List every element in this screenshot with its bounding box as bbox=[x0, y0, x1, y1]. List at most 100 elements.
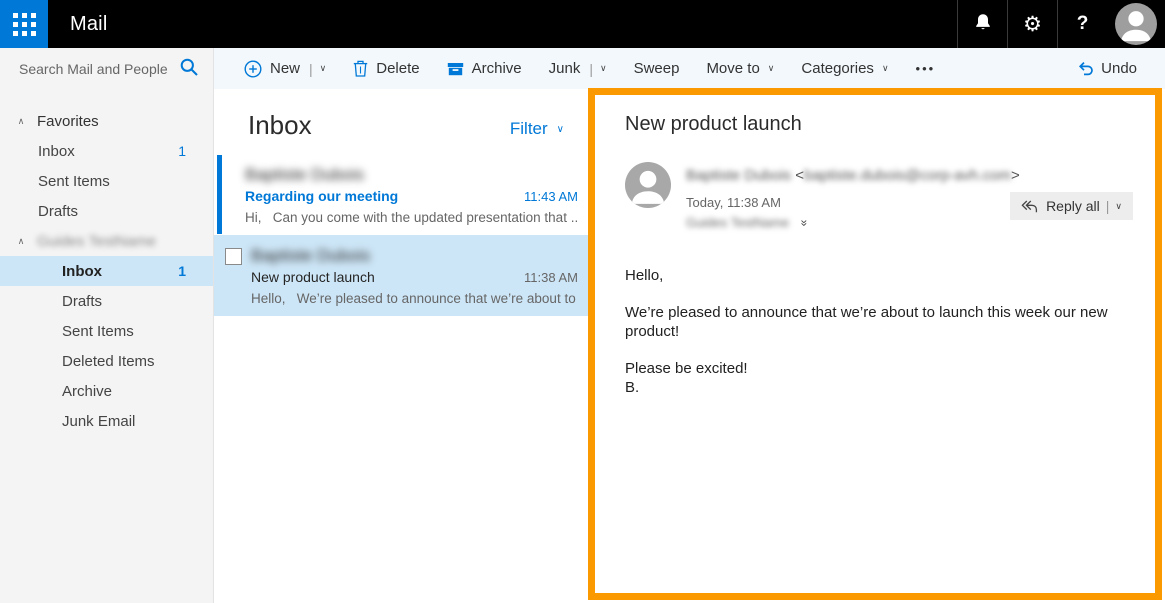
reply-all-button[interactable]: Reply all | ∨ bbox=[1010, 192, 1133, 220]
folder-nav: ∧ Favorites Inbox 1 Sent Items Drafts ∧ … bbox=[0, 90, 213, 436]
categories-button[interactable]: Categories ∨ bbox=[801, 60, 888, 77]
move-to-label: Move to bbox=[706, 60, 759, 77]
folder-label: Drafts bbox=[38, 203, 78, 220]
sender-email: baptiste.dubois@corp-avh.com bbox=[804, 167, 1011, 184]
folder-sidebar: Search Mail and People ∧ Favorites Inbox… bbox=[0, 48, 214, 603]
notifications-button[interactable] bbox=[957, 0, 1007, 48]
junk-label: Junk bbox=[549, 60, 581, 77]
junk-button[interactable]: Junk | ∨ bbox=[549, 60, 607, 77]
unread-indicator-bar bbox=[217, 155, 222, 234]
archive-icon bbox=[447, 62, 464, 76]
message-list-header: Inbox Filter ∨ bbox=[214, 89, 588, 154]
sidebar-item-favorites-inbox[interactable]: Inbox 1 bbox=[0, 136, 213, 166]
expand-details-icon[interactable]: » bbox=[797, 219, 811, 226]
new-label: New bbox=[270, 60, 300, 77]
message-subject-title: New product launch bbox=[625, 113, 1125, 136]
top-app-bar: Mail ⚙ ? bbox=[0, 0, 1165, 48]
message-preview: Hi, Can you come with the updated presen… bbox=[245, 208, 578, 227]
sweep-button[interactable]: Sweep bbox=[634, 60, 680, 77]
undo-label: Undo bbox=[1101, 60, 1137, 77]
search-input[interactable]: Search Mail and People bbox=[0, 48, 213, 90]
delete-label: Delete bbox=[376, 60, 419, 77]
account-avatar-button[interactable] bbox=[1107, 0, 1165, 48]
mail-app-window: Mail ⚙ ? bbox=[0, 0, 1165, 603]
topbar-actions: ⚙ ? bbox=[957, 0, 1165, 48]
help-button[interactable]: ? bbox=[1057, 0, 1107, 48]
undo-icon bbox=[1078, 61, 1094, 76]
search-icon[interactable] bbox=[179, 57, 199, 82]
message-preview: Hello, We’re pleased to announce that we… bbox=[251, 289, 578, 308]
message-header: Baptiste Dubois <baptiste.dubois@corp-av… bbox=[625, 162, 1125, 230]
app-launcher-grid-icon bbox=[13, 13, 36, 36]
folder-label: Junk Email bbox=[62, 413, 135, 430]
message-list-item-unread[interactable]: Baptiste Dubois Regarding our meeting 11… bbox=[214, 154, 588, 235]
message-list-item-selected[interactable]: Baptiste Dubois New product launch 11:38… bbox=[214, 235, 588, 316]
app-title: Mail bbox=[70, 13, 107, 36]
body-paragraph: Please be excited! bbox=[625, 359, 1125, 378]
divider: | bbox=[1106, 198, 1110, 214]
message-date: Today, 11:38 AM bbox=[686, 195, 1020, 210]
reading-pane-highlighted: New product launch Baptiste Dubois <bapt… bbox=[588, 88, 1162, 600]
sidebar-item-deleted-items[interactable]: Deleted Items bbox=[0, 346, 213, 376]
help-icon: ? bbox=[1077, 13, 1089, 35]
gear-icon: ⚙ bbox=[1023, 14, 1042, 35]
account-section-header[interactable]: ∧ Guides TestName bbox=[0, 226, 213, 256]
favorites-section-header[interactable]: ∧ Favorites bbox=[0, 106, 213, 136]
folder-label: Sent Items bbox=[62, 323, 134, 340]
message-body: Hello, We’re pleased to announce that we… bbox=[625, 266, 1125, 397]
recipient-line: Guides TestName » bbox=[686, 215, 1020, 230]
sender-line: Baptiste Dubois <baptiste.dubois@corp-av… bbox=[686, 167, 1020, 184]
sweep-label: Sweep bbox=[634, 60, 680, 77]
sidebar-item-favorites-drafts[interactable]: Drafts bbox=[0, 196, 213, 226]
folder-label: Inbox bbox=[38, 143, 75, 160]
chevron-down-icon[interactable]: ∨ bbox=[1115, 201, 1122, 212]
message-checkbox[interactable] bbox=[225, 248, 242, 265]
message-time: 11:43 AM bbox=[524, 187, 578, 206]
sidebar-item-drafts[interactable]: Drafts bbox=[0, 286, 213, 316]
bell-icon bbox=[973, 12, 993, 37]
message-subject: New product launch bbox=[251, 268, 375, 287]
message-list-pane: Inbox Filter ∨ Baptiste Dubois Regarding… bbox=[214, 89, 588, 603]
folder-label: Archive bbox=[62, 383, 112, 400]
sidebar-item-junk-email[interactable]: Junk Email bbox=[0, 406, 213, 436]
trash-icon bbox=[353, 60, 368, 77]
sidebar-item-sent-items[interactable]: Sent Items bbox=[0, 316, 213, 346]
chevron-down-icon[interactable]: ∨ bbox=[600, 63, 607, 74]
move-to-button[interactable]: Move to ∨ bbox=[706, 60, 774, 77]
recipient-name: Guides TestName bbox=[686, 215, 789, 230]
chevron-down-icon: ∨ bbox=[557, 124, 564, 135]
archive-label: Archive bbox=[472, 60, 522, 77]
sidebar-item-inbox[interactable]: Inbox 1 bbox=[0, 256, 213, 286]
chevron-down-icon: ∨ bbox=[768, 63, 775, 74]
collapse-icon: ∧ bbox=[16, 236, 26, 247]
categories-label: Categories bbox=[801, 60, 874, 77]
app-launcher-button[interactable] bbox=[0, 0, 48, 48]
favorites-header-label: Favorites bbox=[37, 113, 99, 130]
sidebar-item-archive[interactable]: Archive bbox=[0, 376, 213, 406]
more-commands-button[interactable]: ••• bbox=[916, 61, 936, 76]
message-sender: Baptiste Dubois bbox=[251, 244, 578, 267]
archive-button[interactable]: Archive bbox=[447, 60, 522, 77]
body-greeting: Hello, bbox=[625, 266, 1125, 285]
body-signature: B. bbox=[625, 378, 1125, 397]
folder-label: Sent Items bbox=[38, 173, 110, 190]
user-avatar-icon bbox=[1115, 3, 1157, 45]
message-time: 11:38 AM bbox=[524, 268, 578, 287]
unread-count-badge: 1 bbox=[178, 263, 186, 279]
new-message-button[interactable]: New | ∨ bbox=[244, 60, 326, 78]
reply-all-label: Reply all bbox=[1046, 198, 1100, 214]
undo-button[interactable]: Undo bbox=[1078, 60, 1137, 77]
ellipsis-icon: ••• bbox=[916, 61, 936, 76]
unread-count-badge: 1 bbox=[178, 143, 186, 159]
folder-label: Drafts bbox=[62, 293, 102, 310]
filter-button[interactable]: Filter ∨ bbox=[510, 119, 564, 139]
chevron-down-icon[interactable]: ∨ bbox=[320, 63, 327, 74]
folder-label: Deleted Items bbox=[62, 353, 155, 370]
delete-button[interactable]: Delete bbox=[353, 60, 419, 77]
divider: | bbox=[309, 61, 313, 77]
message-sender: Baptiste Dubois bbox=[245, 163, 578, 186]
settings-button[interactable]: ⚙ bbox=[1007, 0, 1057, 48]
filter-label: Filter bbox=[510, 119, 548, 139]
search-placeholder: Search Mail and People bbox=[19, 61, 179, 77]
sidebar-item-favorites-sent-items[interactable]: Sent Items bbox=[0, 166, 213, 196]
